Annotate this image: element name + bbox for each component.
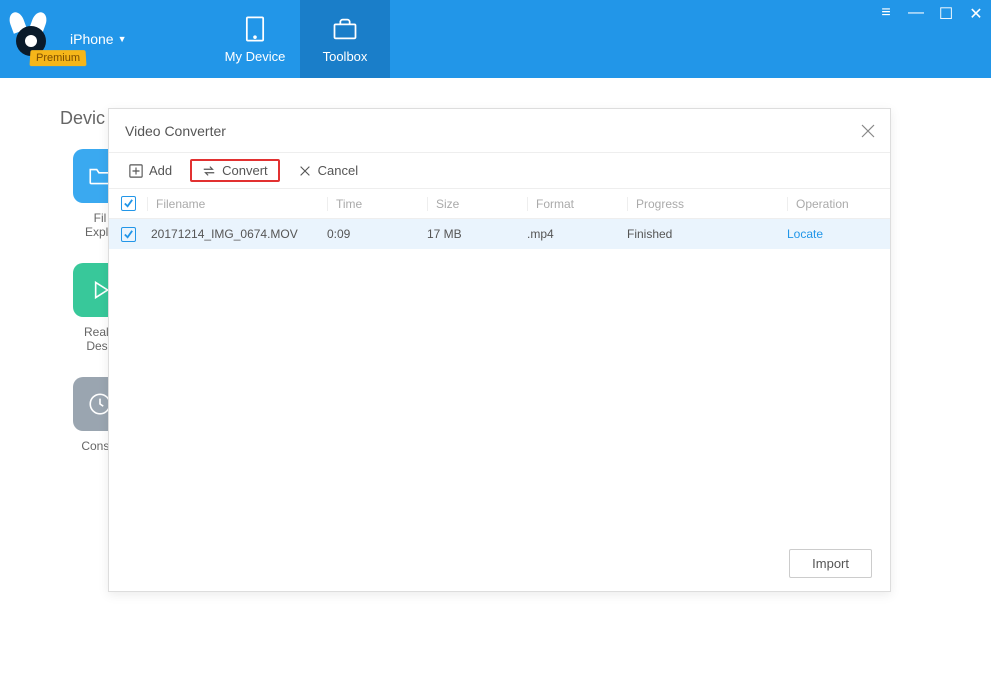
col-head-size[interactable]: Size <box>427 197 527 211</box>
dialog-close-button[interactable] <box>860 123 876 139</box>
plus-icon <box>129 164 143 178</box>
col-head-time[interactable]: Time <box>327 197 427 211</box>
menu-icon[interactable]: ≡ <box>877 4 895 24</box>
col-head-operation[interactable]: Operation <box>787 197 890 211</box>
dialog-toolbar: Add Convert Cancel <box>109 153 890 189</box>
col-head-format[interactable]: Format <box>527 197 627 211</box>
cell-size: 17 MB <box>427 227 527 241</box>
close-icon <box>860 123 876 139</box>
premium-badge: Premium <box>30 50 87 66</box>
app-header: Premium iPhone ▼ My Device Toolbox ≡ ― ☐… <box>0 0 991 78</box>
dialog-header: Video Converter <box>109 109 890 153</box>
table-row[interactable]: 20171214_IMG_0674.MOV 0:09 17 MB .mp4 Fi… <box>109 219 890 249</box>
locate-link[interactable]: Locate <box>787 227 823 241</box>
dialog-title: Video Converter <box>125 123 226 139</box>
tablet-icon <box>241 15 269 43</box>
button-label: Cancel <box>318 163 358 178</box>
tab-label: My Device <box>225 49 286 64</box>
tab-my-device[interactable]: My Device <box>210 0 300 78</box>
cell-progress: Finished <box>627 227 787 241</box>
convert-button[interactable]: Convert <box>190 159 280 182</box>
check-icon <box>123 229 134 240</box>
check-icon <box>123 198 134 209</box>
x-icon <box>298 164 312 178</box>
device-name: iPhone <box>70 31 114 47</box>
cancel-button[interactable]: Cancel <box>290 161 366 180</box>
cell-format: .mp4 <box>527 227 627 241</box>
maximize-button[interactable]: ☐ <box>937 4 955 24</box>
minimize-button[interactable]: ― <box>907 4 925 24</box>
cell-filename: 20171214_IMG_0674.MOV <box>147 227 327 241</box>
close-window-button[interactable]: ✕ <box>967 4 985 24</box>
col-head-progress[interactable]: Progress <box>627 197 787 211</box>
tab-toolbox[interactable]: Toolbox <box>300 0 390 78</box>
window-controls: ≡ ― ☐ ✕ <box>877 4 985 24</box>
toolbox-icon <box>331 15 359 43</box>
device-selector[interactable]: iPhone ▼ <box>70 31 127 47</box>
select-all-checkbox[interactable] <box>121 196 136 211</box>
tab-label: Toolbox <box>323 49 368 64</box>
col-head-filename[interactable]: Filename <box>147 197 327 211</box>
caret-down-icon: ▼ <box>118 34 127 44</box>
cell-time: 0:09 <box>327 227 427 241</box>
button-label: Add <box>149 163 172 178</box>
dialog-footer: Import <box>109 535 890 591</box>
nav-tabs: My Device Toolbox <box>210 0 390 78</box>
button-label: Convert <box>222 163 268 178</box>
logo-area: Premium iPhone ▼ <box>0 0 210 78</box>
add-button[interactable]: Add <box>121 161 180 180</box>
table-header: Filename Time Size Format Progress Opera… <box>109 189 890 219</box>
video-converter-dialog: Video Converter Add Convert Cancel Filen… <box>108 108 891 592</box>
import-button[interactable]: Import <box>789 549 872 578</box>
swap-icon <box>202 164 216 178</box>
row-checkbox[interactable] <box>121 227 136 242</box>
